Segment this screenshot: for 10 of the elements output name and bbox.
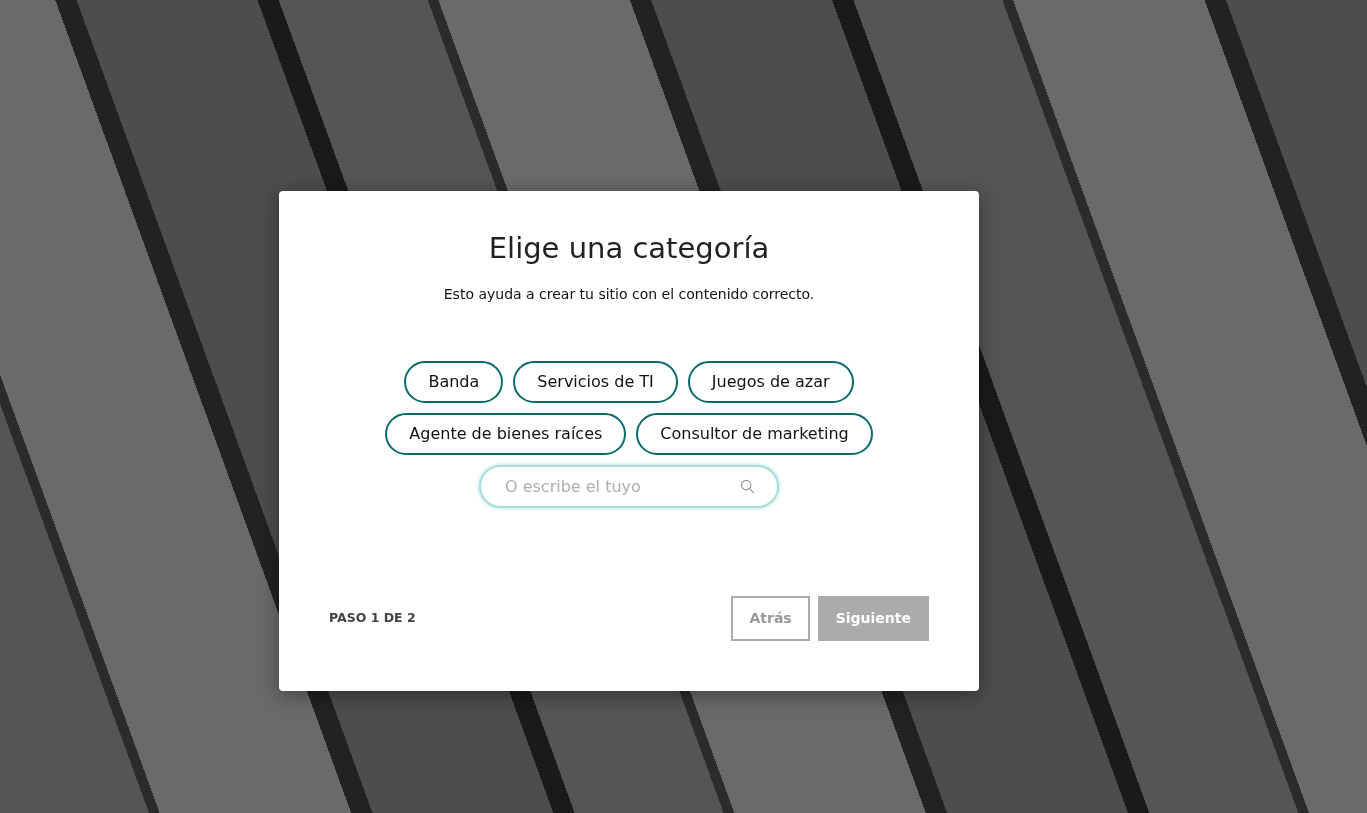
category-chip[interactable]: Servicios de TI: [513, 360, 678, 403]
search-field[interactable]: O escribe el tuyo: [479, 464, 779, 508]
category-chip[interactable]: Banda: [404, 360, 504, 403]
category-chip[interactable]: Juegos de azar: [687, 360, 854, 403]
search-icon: [740, 478, 755, 494]
category-chip[interactable]: Consultor de marketing: [636, 412, 873, 455]
category-chip[interactable]: Agente de bienes raíces: [385, 412, 627, 455]
step-indicator: PASO 1 DE 2: [329, 609, 416, 628]
dialog-subtitle: Esto ayuda a crear tu sitio con el contenido correcto.: [442, 284, 816, 304]
dialog-title: Elige una categoría: [487, 231, 771, 266]
